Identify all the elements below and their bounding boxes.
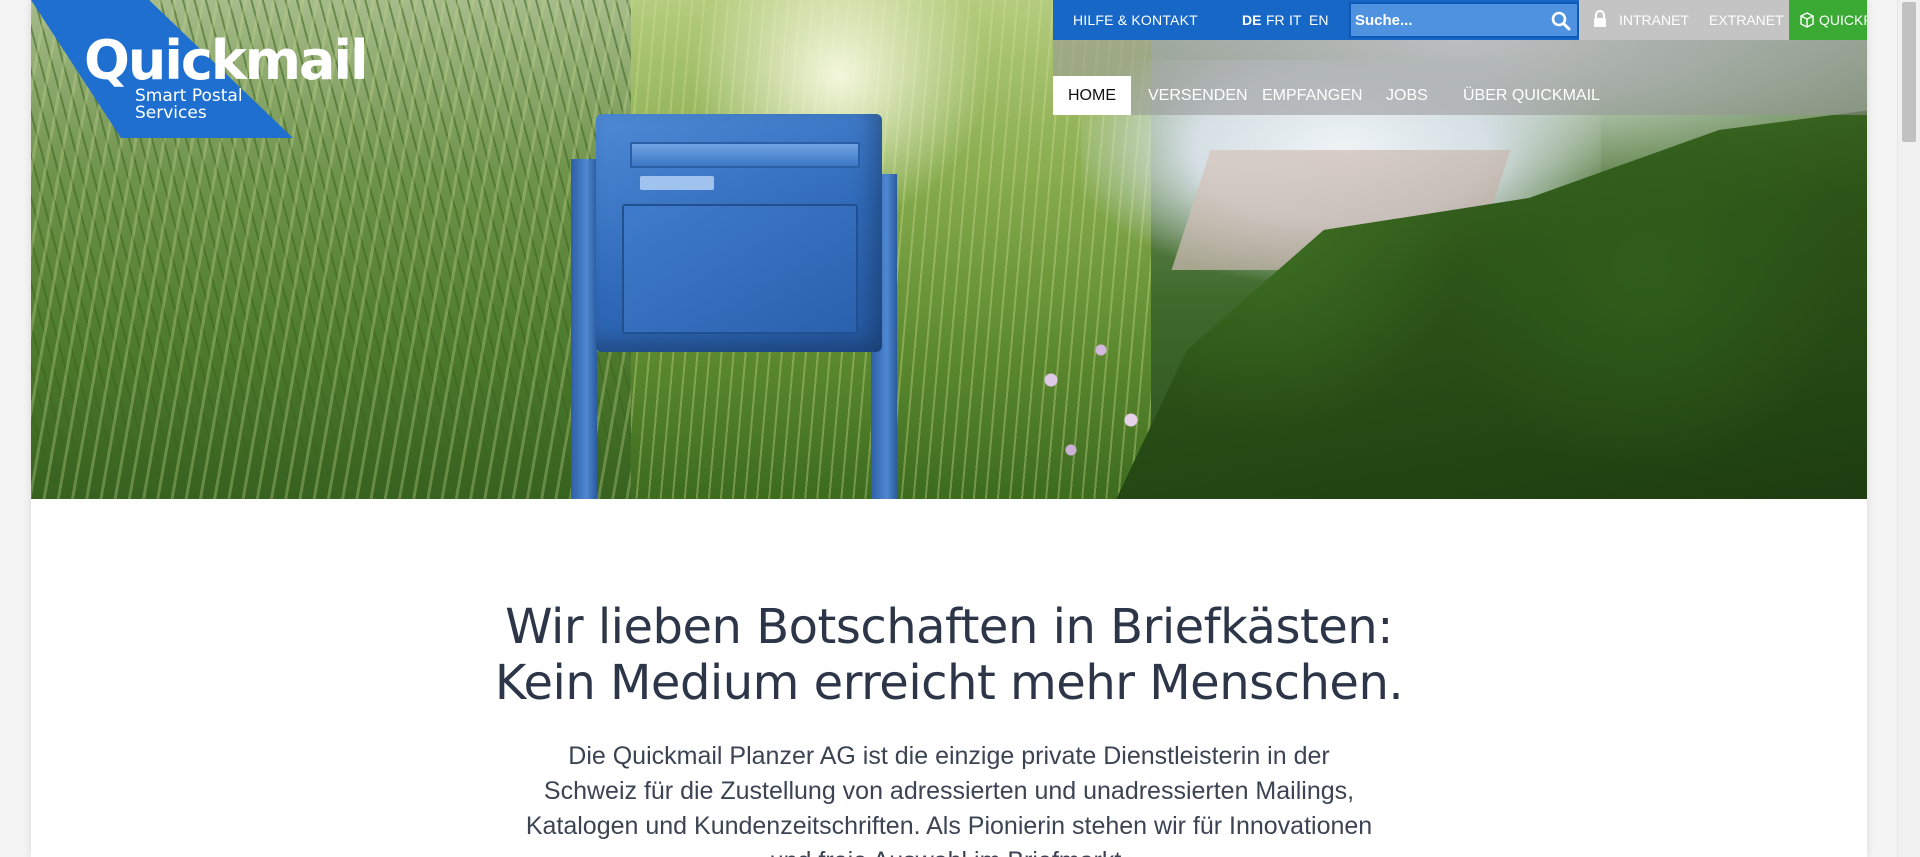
main-navigation: HOME VERSENDEN EMPFANGEN JOBS ÜBER QUICK… — [1053, 40, 1867, 115]
top-utility-bar: HILFE & KONTAKT DE FR IT EN INTRANET EXT — [1053, 0, 1867, 40]
quickpac-button[interactable]: QUICKPAC — [1789, 0, 1867, 40]
utility-blue-section: HILFE & KONTAKT DE FR IT EN — [1053, 0, 1579, 40]
search-icon[interactable] — [1551, 11, 1571, 31]
scrollbar-thumb[interactable] — [1902, 2, 1916, 142]
quickmail-logo[interactable]: Quickmail Smart Postal Services — [31, 0, 369, 140]
lang-fr[interactable]: FR — [1266, 0, 1285, 40]
lang-de[interactable]: DE — [1242, 0, 1261, 40]
browser-viewport: Quickmail Smart Postal Services HILFE & … — [0, 0, 1920, 857]
search-input[interactable] — [1351, 4, 1547, 36]
intro-section: Wir lieben Botschaften in Briefkästen: K… — [31, 499, 1867, 857]
nav-versenden[interactable]: VERSENDEN — [1133, 76, 1263, 115]
lang-it[interactable]: IT — [1289, 0, 1301, 40]
extranet-link[interactable]: EXTRANET — [1709, 0, 1784, 40]
mailbox-illustration — [571, 114, 901, 499]
lock-icon — [1594, 10, 1606, 27]
intranet-link[interactable]: INTRANET — [1619, 0, 1689, 40]
headline-line-1: Wir lieben Botschaften in Briefkästen: — [505, 599, 1393, 655]
page-headline: Wir lieben Botschaften in Briefkästen: K… — [449, 599, 1449, 711]
quickpac-label: QUICKPAC — [1819, 12, 1867, 28]
vertical-scrollbar[interactable] — [1897, 0, 1920, 857]
nav-empfangen[interactable]: EMPFANGEN — [1247, 76, 1377, 115]
cube-icon — [1800, 12, 1814, 28]
headline-line-2: Kein Medium erreicht mehr Menschen. — [494, 655, 1404, 711]
logo-tagline: Smart Postal Services — [135, 86, 243, 123]
lang-en[interactable]: EN — [1309, 0, 1328, 40]
help-contact-link[interactable]: HILFE & KONTAKT — [1073, 0, 1198, 40]
nav-ueber-quickmail[interactable]: ÜBER QUICKMAIL — [1448, 76, 1615, 115]
search-box — [1349, 2, 1579, 38]
intro-paragraph: Die Quickmail Planzer AG ist die einzige… — [525, 742, 1373, 857]
nav-jobs[interactable]: JOBS — [1371, 76, 1443, 115]
logo-wordmark: Quickmail — [84, 29, 369, 92]
nav-home[interactable]: HOME — [1053, 76, 1131, 115]
page: Quickmail Smart Postal Services HILFE & … — [31, 0, 1867, 857]
